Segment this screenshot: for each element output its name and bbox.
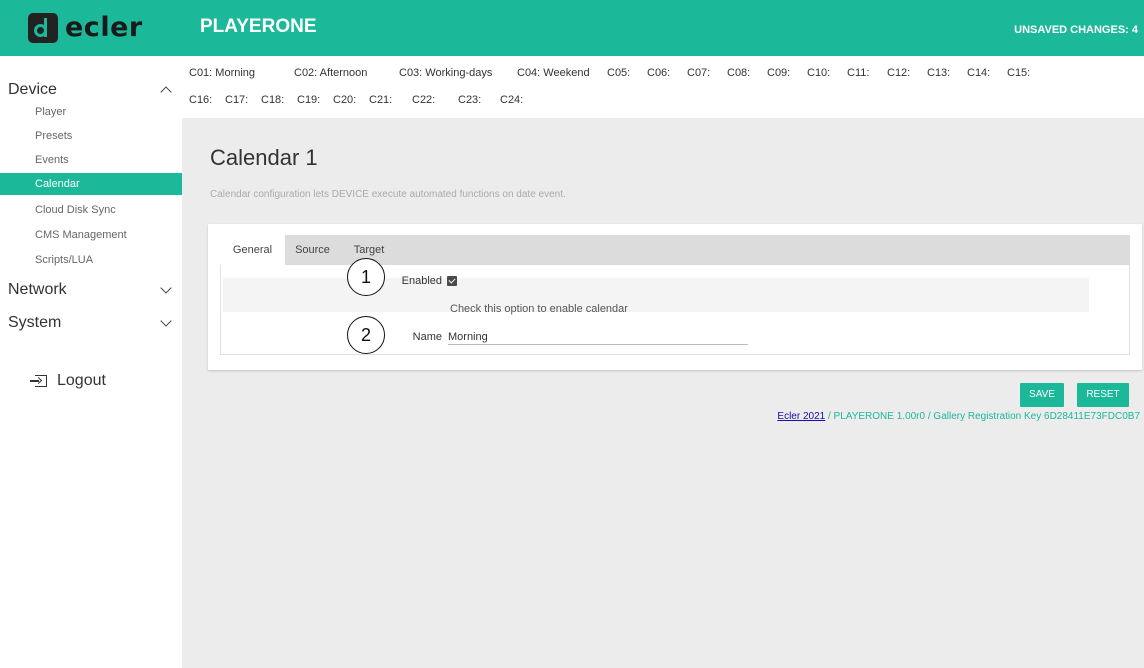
- calendar-tab-c08[interactable]: C08:: [727, 67, 750, 79]
- calendar-tab-c20[interactable]: C20:: [333, 94, 356, 106]
- calendar-tab-c06[interactable]: C06:: [647, 67, 670, 79]
- calendar-tab-c07[interactable]: C07:: [687, 67, 710, 79]
- calendar-tab-c22[interactable]: C22:: [412, 94, 435, 106]
- calendar-tab-c04[interactable]: C04: Weekend: [517, 67, 590, 79]
- tab-source[interactable]: Source: [285, 235, 340, 265]
- logout-icon: [30, 375, 47, 387]
- calendar-tab-strip: C01: Morning C02: Afternoon C03: Working…: [182, 56, 1144, 118]
- calendar-tab-c11[interactable]: C11:: [847, 67, 869, 79]
- sidebar-item-cloud-disk-sync[interactable]: Cloud Disk Sync: [0, 199, 182, 221]
- calendar-tab-c19[interactable]: C19:: [297, 94, 320, 106]
- sidebar-section-system[interactable]: System: [8, 311, 174, 335]
- logout-button[interactable]: Logout: [30, 372, 106, 390]
- calendar-tab-c18[interactable]: C18:: [261, 94, 284, 106]
- ecler-logo-icon: [28, 13, 58, 43]
- footer: Ecler 2021 / PLAYERONE 1.00r0 / Gallery …: [777, 411, 1140, 422]
- callout-2: 2: [347, 316, 385, 354]
- calendar-tab-c10[interactable]: C10:: [807, 67, 830, 79]
- tab-general[interactable]: General: [220, 235, 285, 265]
- sidebar-item-player[interactable]: Player: [0, 101, 182, 123]
- name-input[interactable]: [448, 329, 748, 345]
- callout-1: 1: [347, 258, 385, 296]
- enabled-checkbox[interactable]: [447, 276, 457, 286]
- calendar-tab-c05[interactable]: C05:: [607, 67, 630, 79]
- logout-label: Logout: [57, 372, 106, 389]
- ecler-link[interactable]: Ecler 2021: [777, 411, 825, 422]
- enabled-help-text: Check this option to enable calendar: [450, 303, 628, 315]
- page-title: Calendar 1: [210, 145, 318, 170]
- calendar-tab-c02[interactable]: C02: Afternoon: [294, 67, 367, 79]
- sidebar-section-network[interactable]: Network: [8, 278, 174, 302]
- sidebar-item-presets[interactable]: Presets: [0, 125, 182, 147]
- calendar-tab-c21[interactable]: C21:: [369, 94, 392, 106]
- sidebar-section-label: Network: [8, 281, 67, 298]
- chevron-up-icon: [160, 86, 172, 98]
- calendar-tab-c09[interactable]: C09:: [767, 67, 790, 79]
- sidebar-section-label: Device: [8, 81, 57, 98]
- sidebar-item-events[interactable]: Events: [0, 149, 182, 171]
- save-button[interactable]: SAVE: [1020, 383, 1064, 407]
- app-title: PLAYERONE: [200, 16, 317, 37]
- calendar-tab-c23[interactable]: C23:: [458, 94, 481, 106]
- footer-info: / PLAYERONE 1.00r0 / Gallery Registratio…: [825, 411, 1140, 422]
- sidebar-section-label: System: [8, 314, 62, 331]
- unsaved-changes-indicator[interactable]: UNSAVED CHANGES: 4: [1014, 24, 1138, 36]
- sidebar: Device Player Presets Events Calendar Cl…: [0, 56, 182, 668]
- calendar-settings-card: General Source Target Enabled Check this…: [208, 224, 1142, 370]
- calendar-tab-c24[interactable]: C24:: [500, 94, 523, 106]
- calendar-tab-c03[interactable]: C03: Working-days: [399, 67, 492, 79]
- calendar-tab-c01[interactable]: C01: Morning: [189, 67, 255, 79]
- ecler-logo[interactable]: ecler: [28, 13, 143, 43]
- calendar-tab-c14[interactable]: C14:: [967, 67, 990, 79]
- calendar-tab-c16[interactable]: C16:: [189, 94, 212, 106]
- chevron-down-icon: [160, 282, 172, 294]
- calendar-tab-c12[interactable]: C12:: [887, 67, 910, 79]
- calendar-tab-c15[interactable]: C15:: [1007, 67, 1030, 79]
- sidebar-item-calendar[interactable]: Calendar: [0, 173, 182, 195]
- sidebar-section-device[interactable]: Device: [8, 78, 174, 102]
- chevron-down-icon: [160, 315, 172, 327]
- logo-text: ecler: [65, 12, 143, 43]
- page-description: Calendar configuration lets DEVICE execu…: [210, 189, 566, 200]
- app-header: ecler PLAYERONE UNSAVED CHANGES: 4: [0, 0, 1144, 56]
- sidebar-item-cms-management[interactable]: CMS Management: [0, 224, 182, 246]
- reset-button[interactable]: RESET: [1077, 383, 1129, 407]
- calendar-tab-c13[interactable]: C13:: [927, 67, 950, 79]
- calendar-tab-c17[interactable]: C17:: [225, 94, 248, 106]
- sidebar-item-scripts-lua[interactable]: Scripts/LUA: [0, 249, 182, 271]
